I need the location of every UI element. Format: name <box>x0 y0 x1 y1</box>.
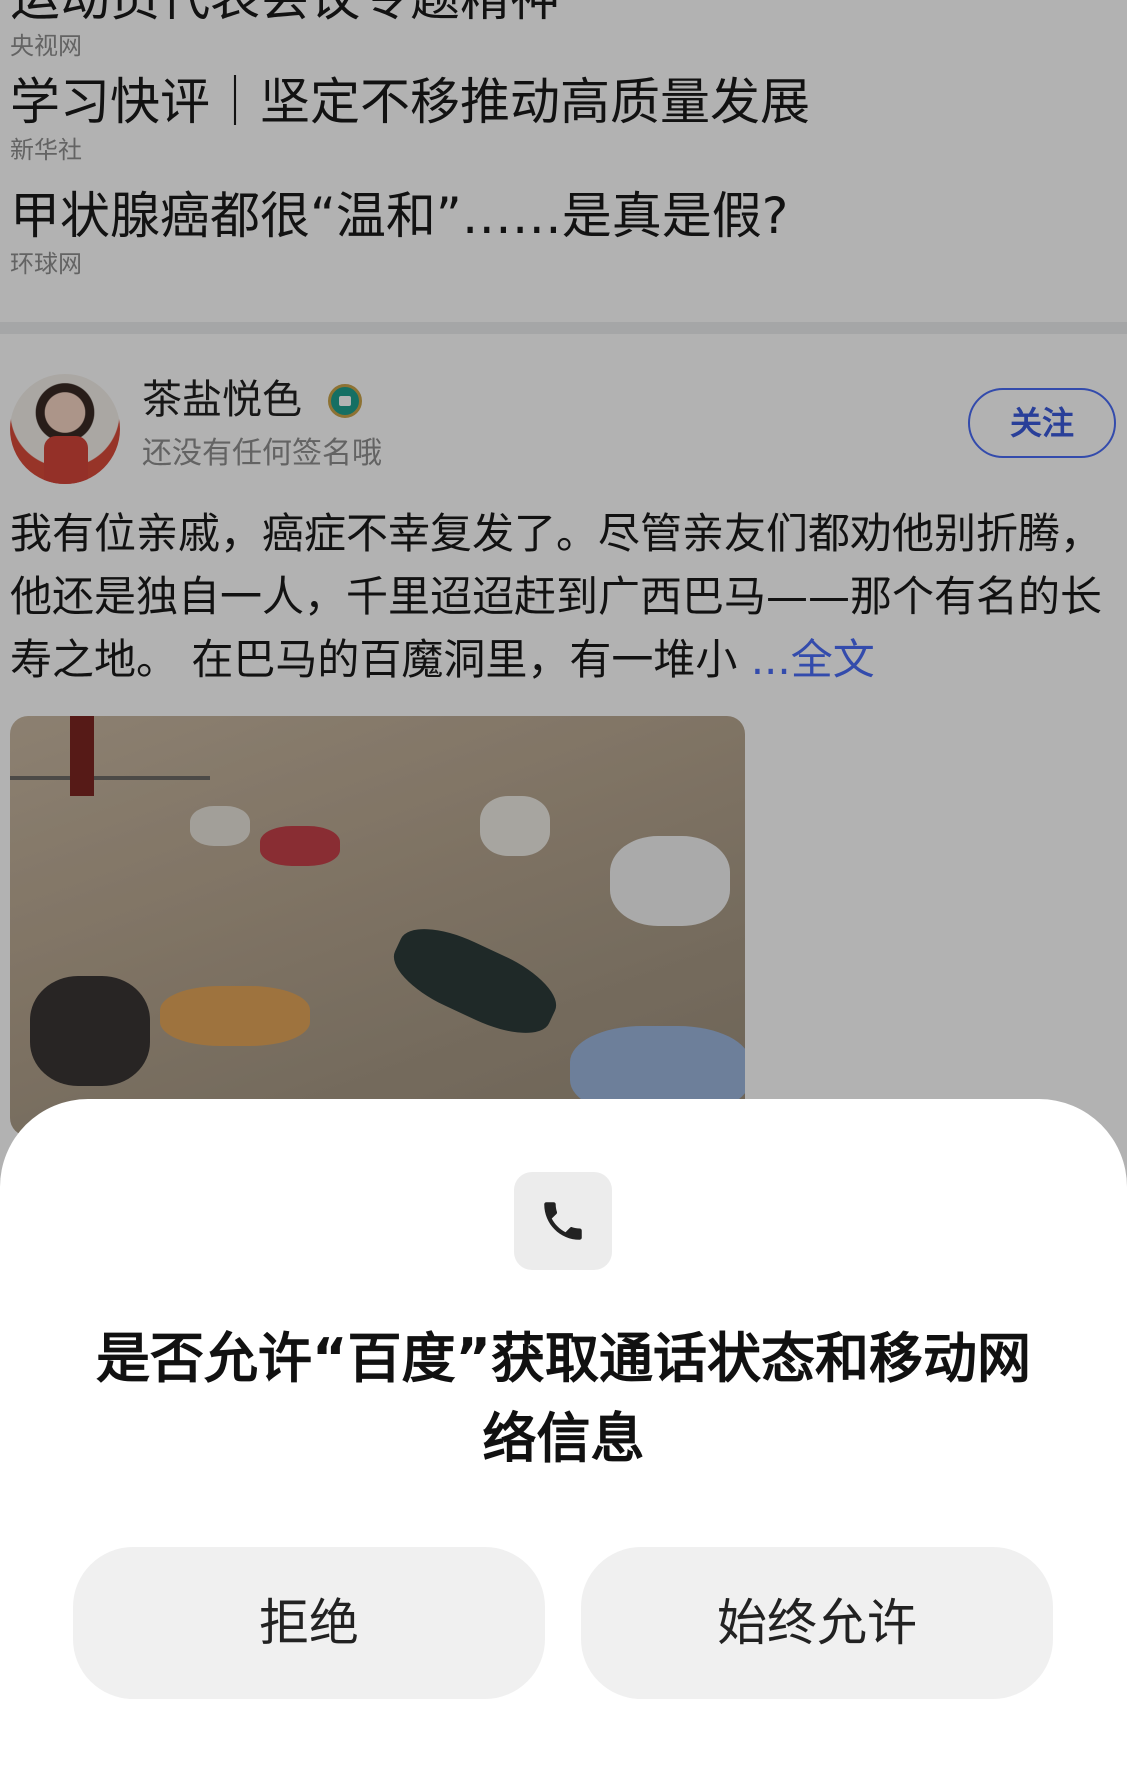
permission-dialog: 是否允许“百度”获取通话状态和移动网络信息 拒绝 始终允许 <box>0 1099 1127 1773</box>
always-allow-button[interactable]: 始终允许 <box>581 1547 1053 1699</box>
phone-icon <box>544 1202 582 1240</box>
phone-icon-tile <box>514 1172 612 1270</box>
deny-button[interactable]: 拒绝 <box>73 1547 545 1699</box>
dialog-title: 是否允许“百度”获取通话状态和移动网络信息 <box>96 1327 1031 1470</box>
